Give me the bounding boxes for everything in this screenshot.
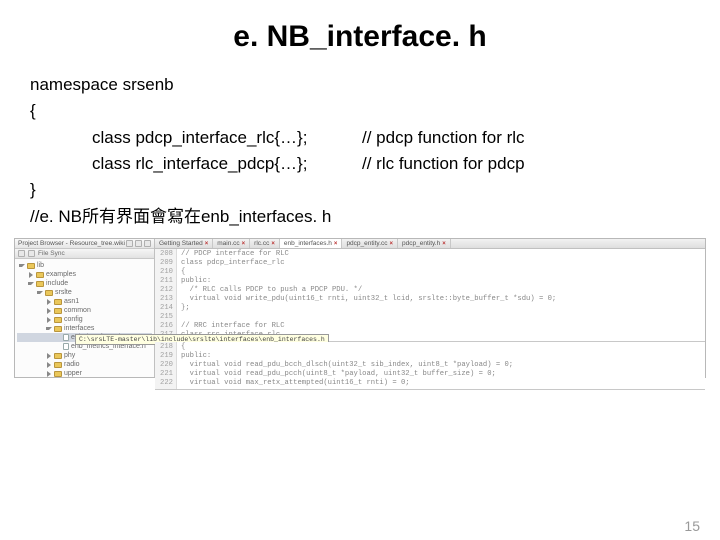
tree-label: asn1 [64,297,79,306]
panel-icon[interactable] [135,240,142,247]
twisty-icon[interactable] [19,263,25,269]
code-line-brace-close: } [30,177,690,203]
editor-tab[interactable]: rlc.cc× [250,239,280,248]
tab-close-icon[interactable]: × [242,241,246,247]
twisty-icon[interactable] [46,353,52,359]
editor-tab[interactable]: pdcp_entity.h× [398,239,451,248]
folder-icon [36,281,44,287]
tree-label: upper [64,369,82,377]
folder-icon [54,299,62,305]
page-number: 15 [684,518,700,534]
line-gutter: 208 209 210 211 212 213 214 215 216 217 [155,249,177,341]
editor-tab[interactable]: enb_interfaces.h× [280,239,343,248]
slide-body: namespace srsenb { class pdcp_interface_… [0,72,720,230]
tree-folder[interactable]: config [17,315,152,324]
twisty-icon[interactable] [46,362,52,368]
tab-label: enb_interfaces.h [284,240,332,247]
tree-folder[interactable]: phy [17,351,152,360]
code-comment-2: // rlc function for pdcp [362,151,525,177]
project-browser-header: Project Browser - Resource_tree.wiki [15,239,154,249]
folder-icon [27,263,35,269]
folder-icon [54,326,62,332]
nav-fwd-icon[interactable] [28,250,35,257]
panel-close-icon[interactable] [144,240,151,247]
code-area[interactable]: // PDCP interface for RLC class pdcp_int… [177,249,560,341]
editor-tab[interactable]: main.cc× [213,239,250,248]
tab-close-icon[interactable]: × [271,241,275,247]
twisty-icon[interactable] [46,299,52,305]
filesync-label: File Sync [38,250,65,257]
file-icon [63,343,69,350]
editor-tab[interactable]: Getting Started× [155,239,213,248]
tab-close-icon[interactable]: × [442,241,446,247]
twisty-icon[interactable] [37,290,43,296]
code-area[interactable]: { public: virtual void read_pdu_bcch_dls… [177,342,517,389]
tree-label: srslte [55,288,72,297]
folder-icon [45,290,53,296]
code-decl-1: class pdcp_interface_rlc{…}; [92,125,362,151]
folder-icon [36,272,44,278]
tab-close-icon[interactable]: × [334,241,338,247]
tree-label: lib [37,261,44,270]
tree-label: radio [64,360,80,369]
tree-label: include [46,279,68,288]
tree-folder[interactable]: radio [17,360,152,369]
page-title: e. NB_interface. h [0,0,720,72]
tree-folder[interactable]: asn1 [17,297,152,306]
code-decl-2: class rlc_interface_pdcp{…}; [92,151,362,177]
tab-label: pdcp_entity.cc [346,240,387,247]
ide-sidebar: Project Browser - Resource_tree.wiki Fil… [15,239,155,377]
code-comment-1: // pdcp function for rlc [362,125,525,151]
code-line-ns: namespace srsenb [30,72,690,98]
tree-label: common [64,306,91,315]
tree-label: phy [64,351,75,360]
code-line-brace-open: { [30,98,690,124]
twisty-icon[interactable] [28,281,34,287]
tree-folder[interactable]: lib [17,261,152,270]
tab-label: Getting Started [159,240,203,247]
project-browser-title: Project Browser - Resource_tree.wiki [18,240,125,247]
nav-back-icon[interactable] [18,250,25,257]
file-tree[interactable]: libexamplesincludesrslteasn1commonconfig… [15,259,154,377]
line-gutter: 218 219 220 221 222 [155,342,177,389]
tree-folder[interactable]: examples [17,270,152,279]
folder-icon [54,317,62,323]
tree-label: interfaces [64,324,94,333]
tree-label: examples [46,270,76,279]
folder-icon [54,353,62,359]
twisty-icon[interactable] [46,308,52,314]
panel-icon[interactable] [126,240,133,247]
folder-icon [54,371,62,377]
tab-close-icon[interactable]: × [390,241,394,247]
folder-icon [54,362,62,368]
editor-tab[interactable]: pdcp_entity.cc× [342,239,398,248]
ide-screenshot: Project Browser - Resource_tree.wiki Fil… [14,238,706,378]
twisty-icon[interactable] [46,326,52,332]
folder-icon [54,308,62,314]
tab-label: main.cc [217,240,239,247]
tree-folder[interactable]: interfaces [17,324,152,333]
tab-label: rlc.cc [254,240,269,247]
tree-folder[interactable]: include [17,279,152,288]
tree-folder[interactable]: upper [17,369,152,377]
code-note: //e. NB所有界面會寫在enb_interfaces. h [30,204,690,230]
tree-folder[interactable]: common [17,306,152,315]
file-icon [63,334,69,341]
tree-label: config [64,315,83,324]
ide-editor-area: Getting Started×main.cc×rlc.cc×enb_inter… [155,239,705,377]
editor-bottom-pane[interactable]: 218 219 220 221 222 { public: virtual vo… [155,342,705,390]
tab-close-icon[interactable]: × [205,241,209,247]
editor-tabs: Getting Started×main.cc×rlc.cc×enb_inter… [155,239,705,249]
tree-folder[interactable]: srslte [17,288,152,297]
twisty-icon[interactable] [28,272,34,278]
sidebar-toolbar: File Sync [15,249,154,259]
twisty-icon[interactable] [46,371,52,377]
twisty-icon[interactable] [46,317,52,323]
tab-label: pdcp_entity.h [402,240,440,247]
editor-top-pane[interactable]: 208 209 210 211 212 213 214 215 216 217 … [155,249,705,342]
